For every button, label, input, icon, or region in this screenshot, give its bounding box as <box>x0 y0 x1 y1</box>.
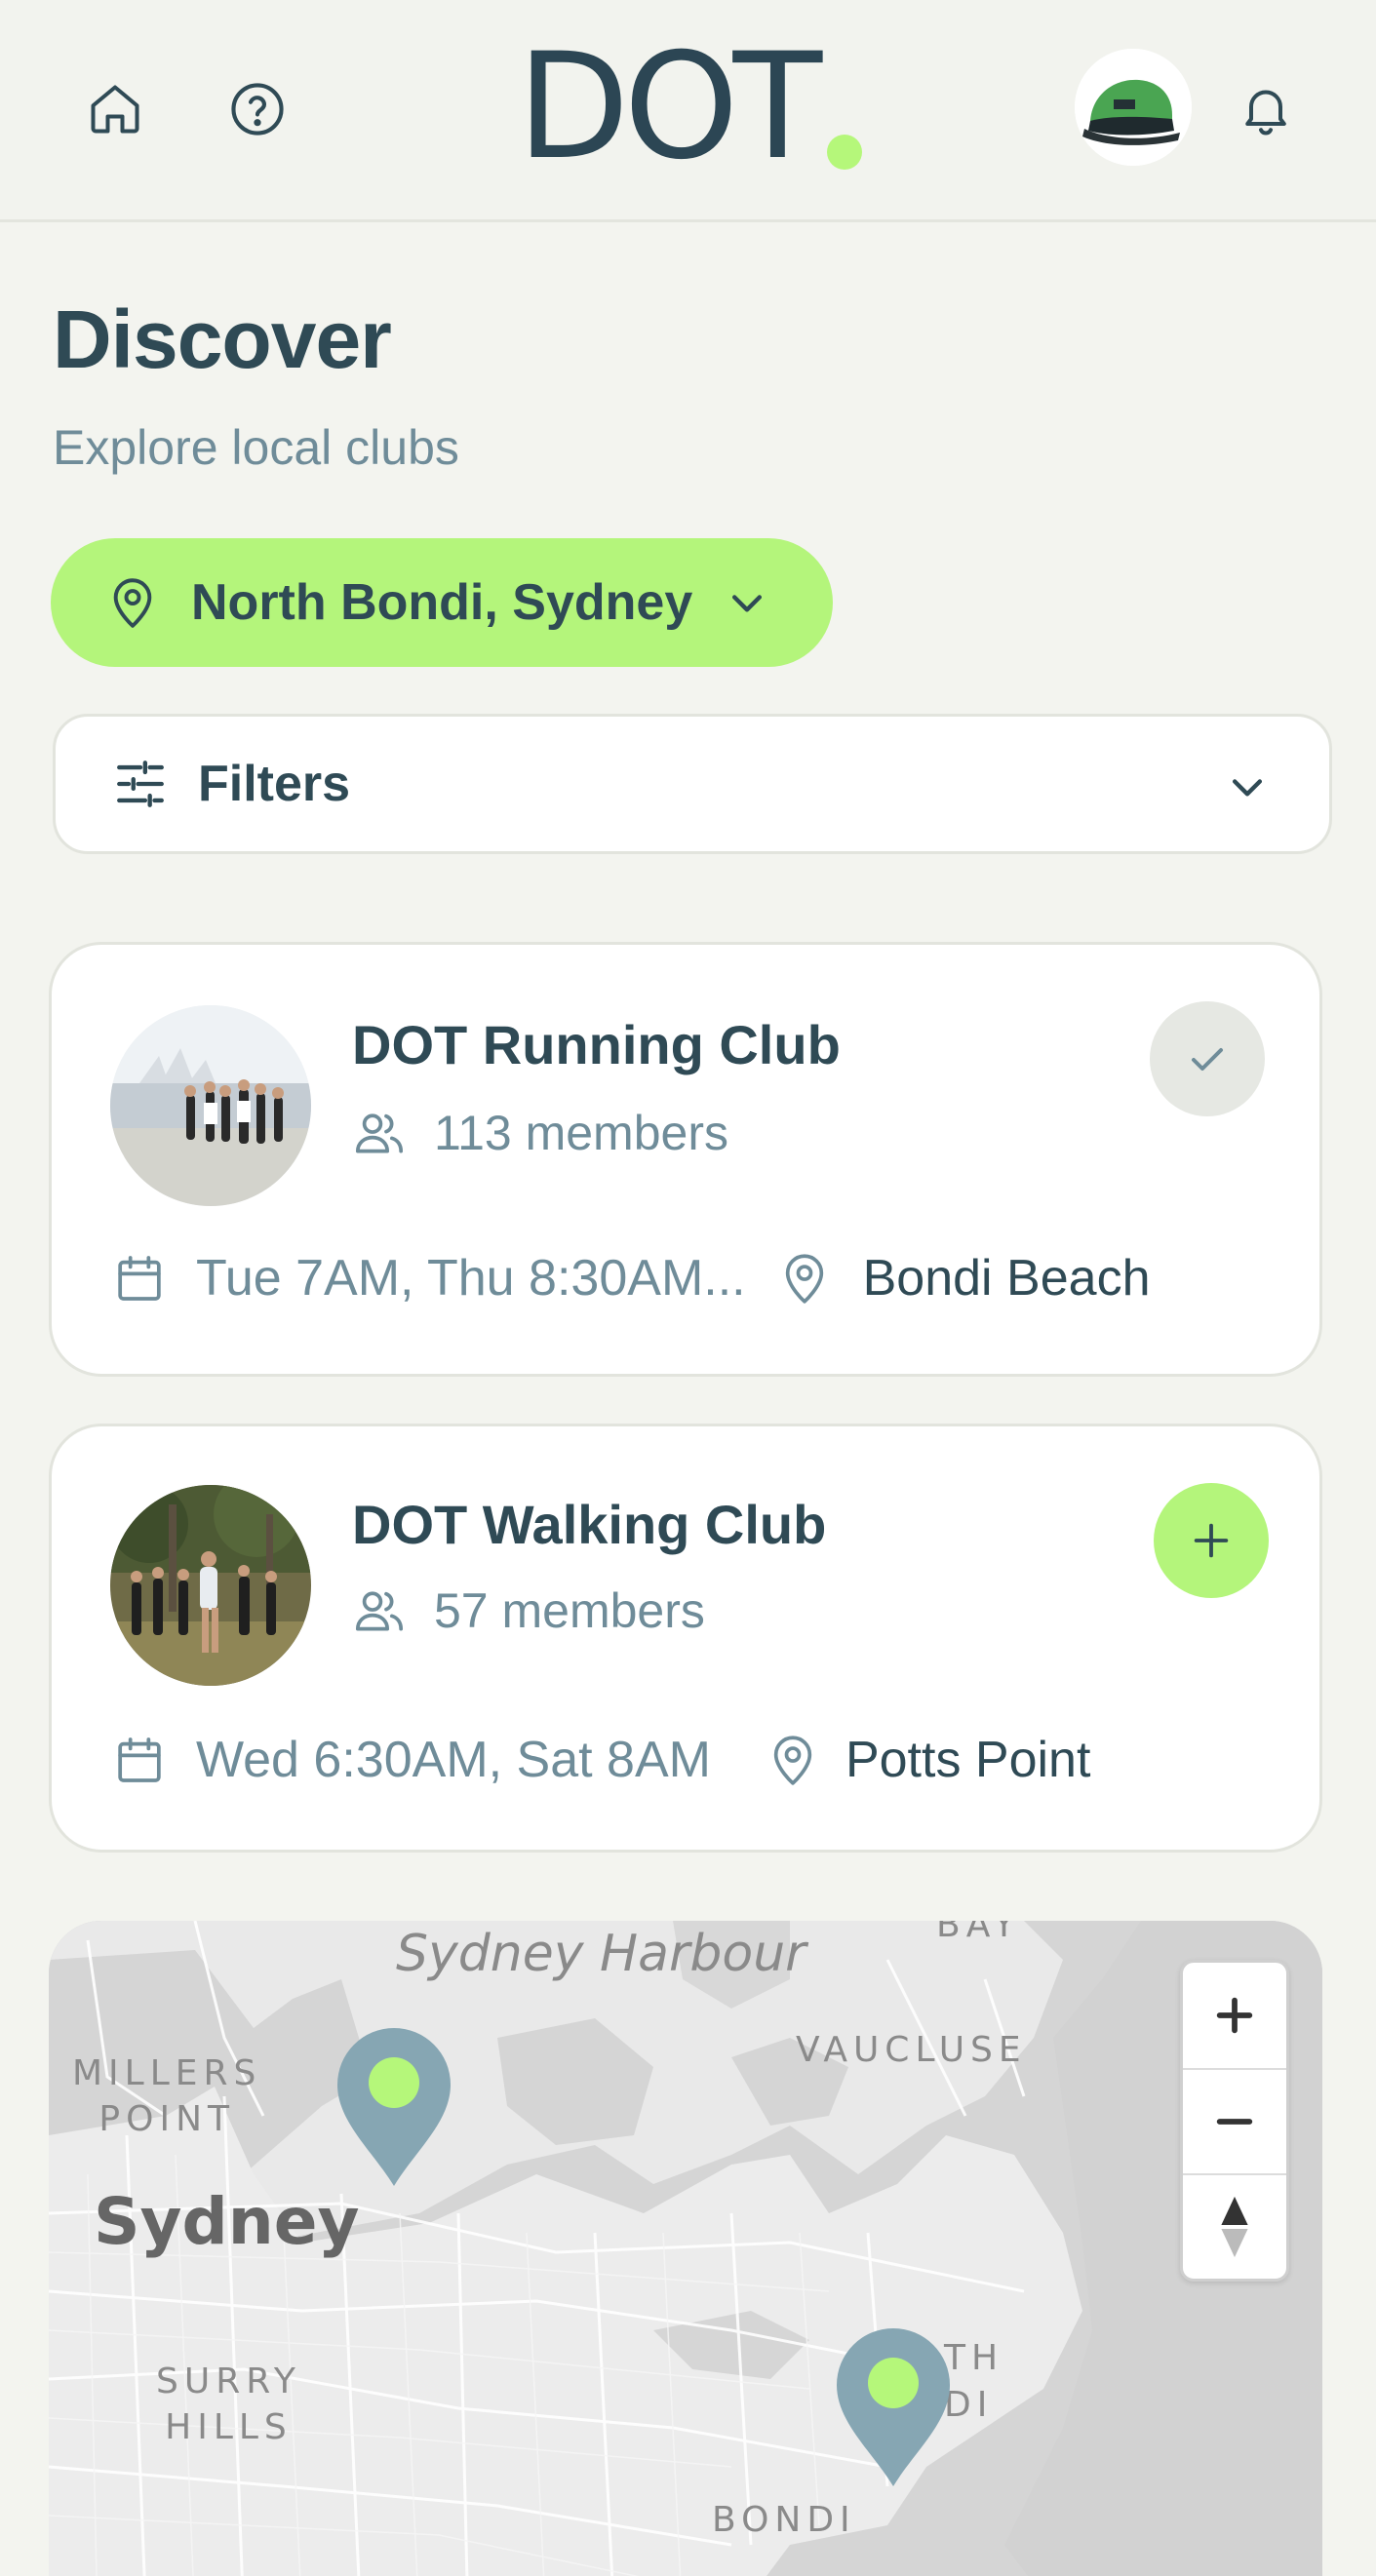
map-marker-walking-club[interactable] <box>334 2024 454 2190</box>
club-photo-walking <box>110 1485 311 1686</box>
calendar-icon <box>118 1256 161 1301</box>
home-button[interactable] <box>57 51 174 168</box>
club-meta: Tue 7AM, Thu 8:30AM... Bondi Beach <box>112 1249 1151 1308</box>
clubs-map[interactable]: Sydney Harbour BAY MILLERS POINT VAUCLUS… <box>49 1921 1322 2576</box>
club-location: Bondi Beach <box>862 1250 1151 1307</box>
map-label-millers-line1: MILLERS <box>72 2053 262 2093</box>
map-label-harbour: Sydney Harbour <box>396 1925 806 1983</box>
zoom-out-icon <box>1216 2119 1253 2125</box>
compass-icon <box>1221 2196 1248 2258</box>
club-card-walking[interactable]: DOT Walking Club 57 members Wed 6:30AM, … <box>49 1424 1322 1853</box>
map-marker-icon <box>837 2328 950 2486</box>
joined-toggle-button[interactable] <box>1150 1001 1265 1116</box>
home-icon <box>91 85 139 134</box>
members-count: 57 members <box>434 1583 705 1638</box>
sliders-icon <box>117 761 164 807</box>
help-button[interactable] <box>199 51 316 168</box>
map-label-bay: BAY <box>936 1921 1021 1945</box>
club-schedule: Wed 6:30AM, Sat 8AM <box>196 1732 711 1788</box>
map-pin-icon <box>773 1736 812 1785</box>
map-label-city: Sydney <box>94 2184 360 2259</box>
club-members: 113 members <box>352 1105 728 1161</box>
user-avatar[interactable] <box>1075 49 1192 166</box>
check-icon <box>1192 1048 1223 1071</box>
map-label-millers-line2: POINT <box>98 2098 235 2139</box>
join-club-button[interactable] <box>1154 1483 1269 1598</box>
discover-screen: DOT Discover Explore local clubs North B… <box>0 0 1376 2576</box>
location-label: North Bondi, Sydney <box>191 574 693 631</box>
calendar-icon <box>118 1737 161 1782</box>
club-name: DOT Running Club <box>352 1014 841 1075</box>
chevron-down-icon <box>726 581 768 624</box>
page-subtitle: Explore local clubs <box>53 420 459 475</box>
compass-button[interactable] <box>1183 2173 1286 2279</box>
map-pin-icon <box>113 578 152 628</box>
club-location: Potts Point <box>845 1732 1091 1788</box>
club-photo-running <box>110 1005 311 1206</box>
notifications-button[interactable] <box>1207 51 1324 168</box>
map-zoom-controls <box>1180 1960 1289 2282</box>
users-icon <box>355 1591 404 1631</box>
users-icon <box>355 1113 404 1153</box>
zoom-out-button[interactable] <box>1183 2068 1286 2173</box>
map-label-vaucluse: VAUCLUSE <box>796 2030 1027 2070</box>
dot-logo[interactable]: DOT <box>517 34 887 180</box>
filters-label: Filters <box>198 756 351 812</box>
plus-icon <box>1194 1523 1229 1558</box>
zoom-in-icon <box>1216 1997 1253 2034</box>
map-label-surry-line1: SURRY <box>156 2361 301 2401</box>
map-pin-icon <box>785 1254 823 1304</box>
chevron-down-icon <box>1226 765 1269 808</box>
location-selector[interactable]: North Bondi, Sydney <box>51 538 833 667</box>
club-members: 57 members <box>352 1582 705 1639</box>
logo-dot <box>827 135 862 170</box>
filters-dropdown[interactable]: Filters <box>53 714 1332 854</box>
zoom-in-button[interactable] <box>1183 1963 1286 2068</box>
map-label-surry: SURRY HILLS <box>156 2360 301 2451</box>
club-card-running[interactable]: DOT Running Club 113 members Tue 7AM, Th… <box>49 942 1322 1377</box>
app-header: DOT <box>0 0 1376 222</box>
members-count: 113 members <box>434 1106 728 1160</box>
map-label-bondi: BONDI <box>712 2500 856 2540</box>
club-meta: Wed 6:30AM, Sat 8AM Potts Point <box>112 1731 1090 1789</box>
map-marker-icon <box>337 2028 451 2186</box>
club-schedule: Tue 7AM, Thu 8:30AM... <box>196 1250 746 1307</box>
page-title: Discover <box>53 293 392 385</box>
map-label-surry-line2: HILLS <box>165 2406 293 2447</box>
map-marker-running-club[interactable] <box>833 2324 954 2490</box>
help-circle-icon <box>231 83 284 136</box>
map-label-millers: MILLERS POINT <box>72 2051 261 2143</box>
cap-avatar-icon <box>1075 49 1192 166</box>
logo-text: DOT <box>517 22 822 192</box>
club-name: DOT Walking Club <box>352 1494 827 1555</box>
bell-icon <box>1245 90 1286 136</box>
